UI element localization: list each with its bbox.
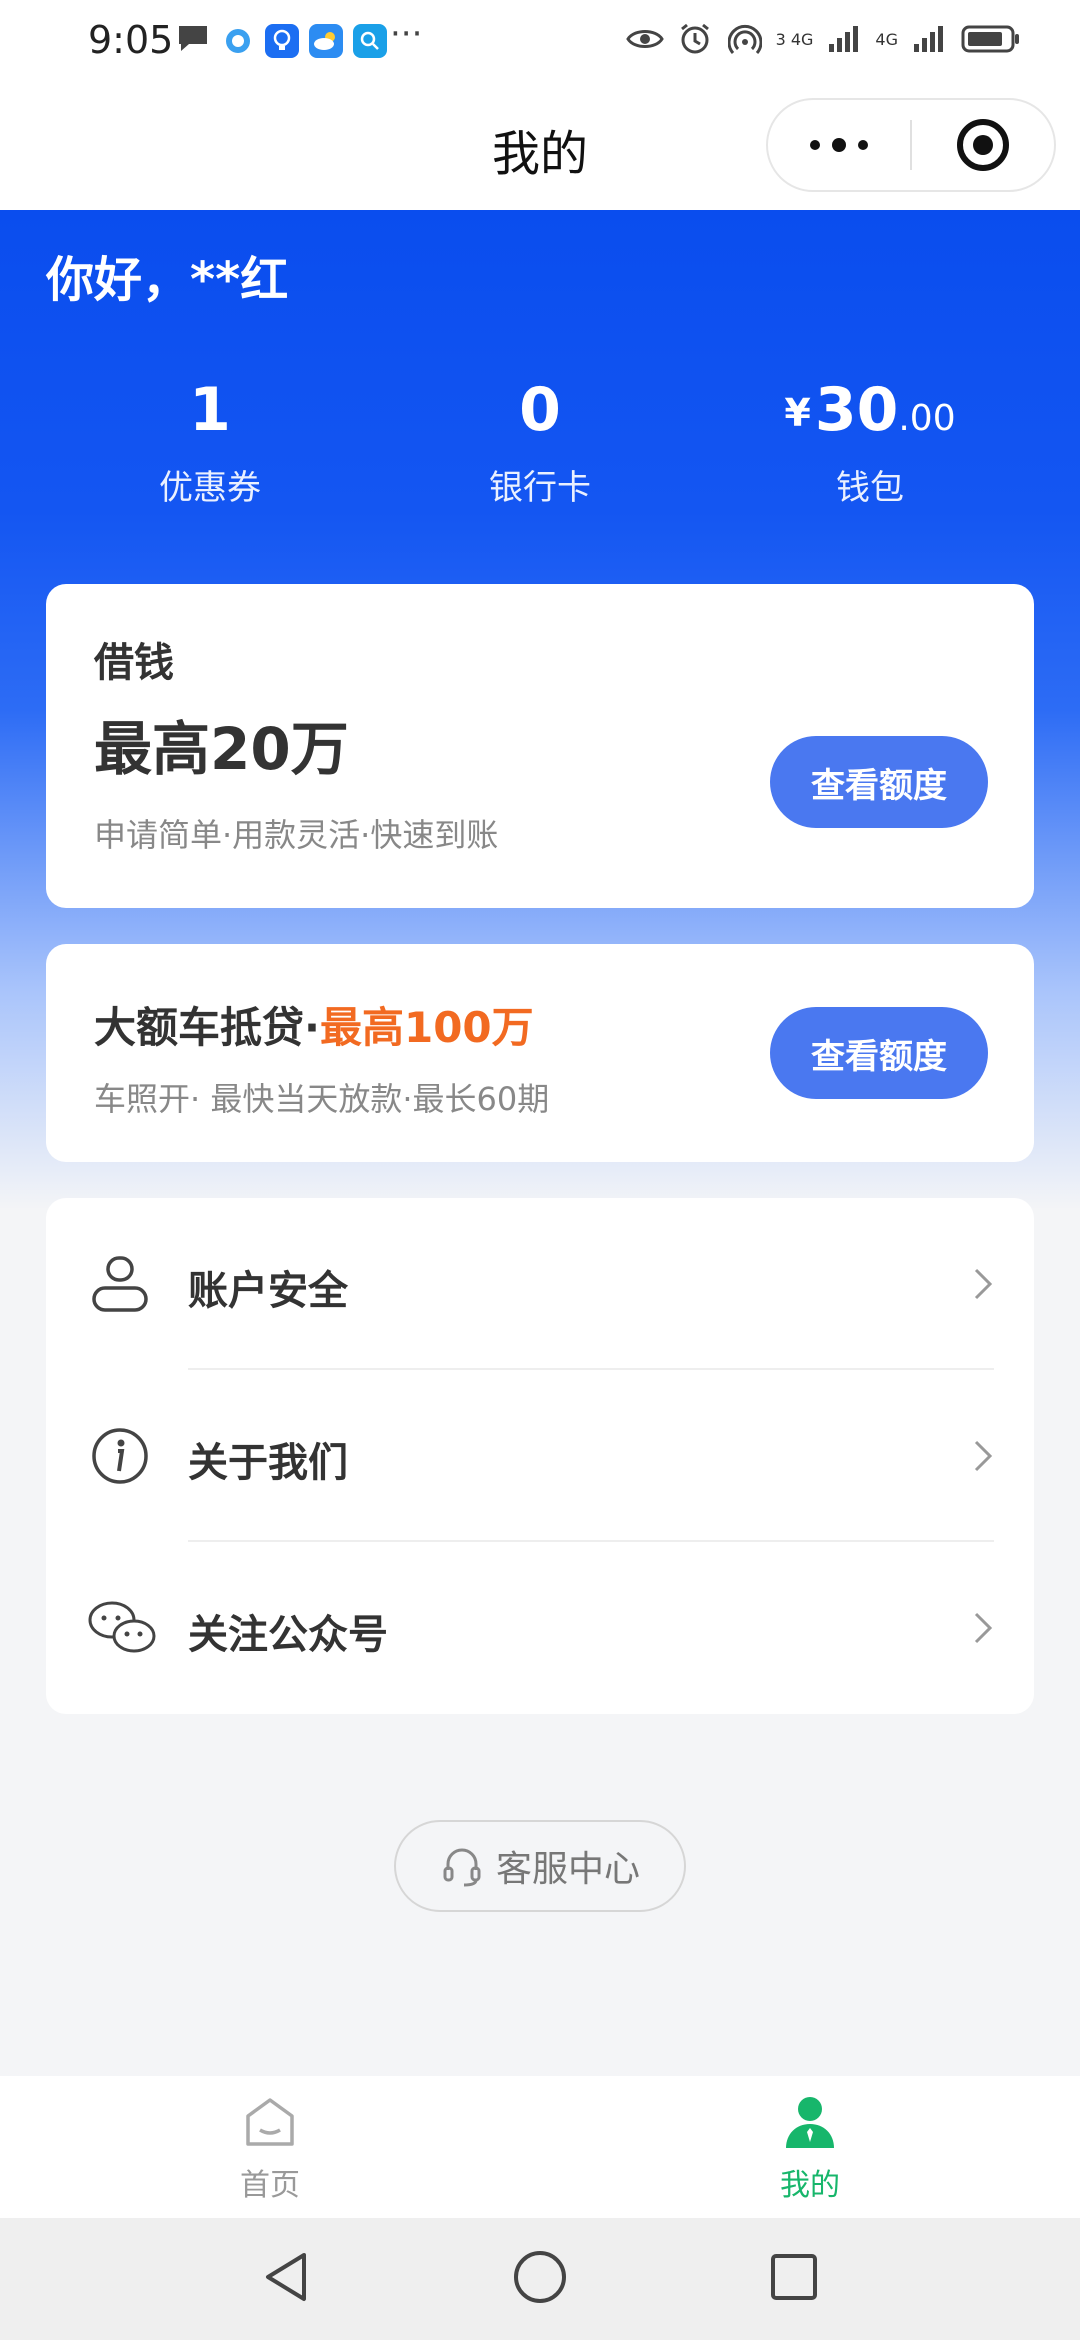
- stat-wallet[interactable]: ¥30.00 钱包: [730, 370, 1010, 509]
- bottom-tab-bar: 首页 我的: [0, 2076, 1080, 2218]
- title-bar: 我的: [0, 84, 1080, 210]
- view-car-credit-button[interactable]: 查看额度: [770, 1007, 988, 1099]
- wallet-label: 钱包: [836, 468, 904, 508]
- recents-square-icon[interactable]: [768, 2251, 820, 2307]
- view-credit-button[interactable]: 查看额度: [770, 736, 988, 828]
- car-loan-highlight: 最高100万: [319, 1003, 534, 1052]
- car-loan-subtitle: 车照开· 最快当天放款·最长60期: [94, 1080, 550, 1118]
- mini-program-capsule: [766, 98, 1056, 192]
- status-bar: 9:05 ··· 3 4G 4G: [0, 0, 1080, 84]
- wechat-icon: [86, 1598, 158, 1658]
- currency-symbol: ¥: [784, 391, 811, 435]
- weather-icon: [309, 24, 343, 58]
- customer-service-label: 客服中心: [495, 1849, 640, 1890]
- tab-mine-label: 我的: [780, 2168, 840, 2203]
- loan-card-title: 借钱: [94, 640, 174, 686]
- signal-icon: [910, 20, 948, 58]
- bulb-icon: [265, 24, 299, 58]
- battery-icon: [960, 20, 1022, 58]
- app-notif-icon: [221, 24, 255, 58]
- loan-card-subtitle: 申请简单·用款灵活·快速到账: [94, 816, 499, 854]
- wallet-balance: ¥30.00: [730, 370, 1010, 450]
- headset-icon: [443, 1848, 481, 1887]
- coupon-count: 1: [189, 375, 231, 445]
- user-greeting: 你好，**红: [46, 252, 289, 308]
- system-nav-bar: [0, 2218, 1080, 2340]
- wallet-decimals: .00: [898, 398, 956, 439]
- status-time: 9:05: [88, 18, 174, 62]
- loan-max-amount: 最高20万: [94, 715, 349, 783]
- back-icon[interactable]: [260, 2249, 312, 2309]
- coupon-label: 优惠券: [159, 468, 261, 508]
- status-indicators: 3 4G 4G: [625, 20, 1022, 58]
- customer-service-button[interactable]: 客服中心: [394, 1820, 686, 1912]
- account-stats: 1 优惠券 0 银行卡 ¥30.00 钱包: [0, 370, 1080, 510]
- signal-label: 3 4G: [775, 29, 814, 49]
- loan-card[interactable]: 借钱 最高20万 申请简单·用款灵活·快速到账 查看额度: [46, 584, 1034, 908]
- chevron-right-icon: [968, 1264, 998, 1304]
- home-circle-icon[interactable]: [512, 2249, 568, 2309]
- tab-mine[interactable]: 我的: [710, 2094, 910, 2204]
- menu-label: 账户安全: [188, 1268, 348, 1314]
- chat-bubble-icon: [175, 22, 211, 60]
- settings-menu: 账户安全 关于我们 关注公众号: [46, 1198, 1034, 1714]
- car-loan-title-text: 大额车抵贷·: [94, 1003, 320, 1052]
- tab-home-label: 首页: [240, 2168, 300, 2203]
- eye-icon: [625, 20, 664, 58]
- bank-card-count: 0: [519, 375, 561, 445]
- car-loan-title: 大额车抵贷·最高100万: [94, 994, 534, 1055]
- status-notifications: [175, 22, 387, 60]
- home-icon: [246, 2098, 294, 2146]
- more-dots-icon: [810, 138, 868, 152]
- car-loan-card[interactable]: 大额车抵贷·最高100万 车照开· 最快当天放款·最长60期 查看额度: [46, 944, 1034, 1162]
- alarm-icon: [676, 20, 714, 58]
- hotspot-icon: [726, 20, 764, 58]
- menu-label: 关于我们: [188, 1440, 348, 1486]
- search-app-icon: [353, 24, 387, 58]
- bank-card-label: 银行卡: [489, 468, 591, 508]
- menu-item-follow-official-account[interactable]: 关注公众号: [46, 1542, 1034, 1714]
- user-icon: [90, 1254, 150, 1314]
- more-notifications-icon: ···: [390, 14, 423, 54]
- chevron-right-icon: [968, 1436, 998, 1476]
- info-icon: [90, 1426, 150, 1486]
- stat-coupons[interactable]: 1 优惠券: [70, 370, 350, 509]
- close-mini-program-button[interactable]: [912, 100, 1054, 190]
- menu-item-about-us[interactable]: 关于我们: [46, 1370, 1034, 1542]
- target-circle-icon: [957, 119, 1009, 171]
- person-icon: [786, 2097, 834, 2148]
- signal-label: 4G: [875, 29, 898, 49]
- tab-home[interactable]: 首页: [170, 2094, 370, 2204]
- stat-bank-cards[interactable]: 0 银行卡: [400, 370, 680, 509]
- more-button[interactable]: [768, 100, 910, 190]
- menu-item-account-security[interactable]: 账户安全: [46, 1198, 1034, 1370]
- signal-icon: [825, 20, 863, 58]
- chevron-right-icon: [968, 1608, 998, 1648]
- menu-label: 关注公众号: [188, 1612, 388, 1658]
- wallet-integer: 30: [814, 375, 899, 445]
